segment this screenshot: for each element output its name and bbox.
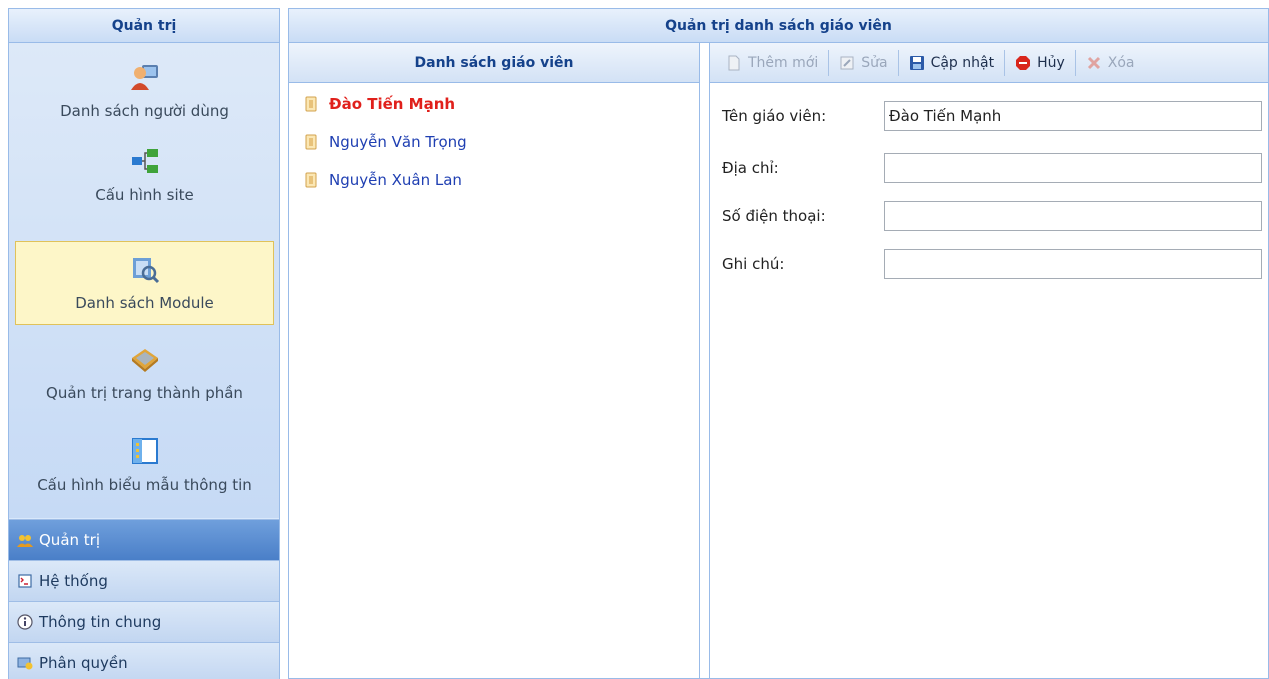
add-new-button[interactable]: Thêm mới [718,48,826,78]
permission-icon [17,655,33,671]
accordion-item-label: Thông tin chung [39,613,162,631]
address-field[interactable] [884,153,1262,183]
info-icon [17,614,33,630]
sidebar-item-label: Cấu hình biểu mẫu thông tin [37,476,252,494]
teacher-name-row: Tên giáo viên: [722,101,1262,131]
note-label: Ghi chú: [722,255,785,273]
sidebar-panel: Quản trị Danh sách người dùng Cấu hình s… [8,8,280,679]
form-toolbar: Thêm mới Sửa Cập nhật Hủy Xóa [710,43,1268,83]
sidebar-accordion: Quản trị Hệ thống Thông tin chung Phân q… [9,519,279,679]
cancel-label: Hủy [1037,54,1065,71]
note-row: Ghi chú: [722,249,1262,279]
accordion-item-label: Phân quyền [39,654,128,672]
sidebar-item-users[interactable]: Danh sách người dùng [15,49,274,133]
leaf-icon [305,96,317,112]
note-field[interactable] [884,249,1262,279]
toolbar-separator [828,49,830,76]
sidebar-item-label: Cấu hình site [95,186,194,204]
new-document-icon [726,55,742,71]
delete-icon [1086,55,1102,71]
form-template-icon [130,436,160,466]
phone-field[interactable] [884,201,1262,231]
module-icon [130,254,160,284]
save-icon [909,55,925,71]
teacher-name: Đào Tiến Mạnh [329,95,456,113]
sidebar-title: Quản trị [9,9,279,43]
sidebar-item-label: Danh sách Module [75,294,214,312]
phone-label: Số điện thoại: [722,207,826,225]
system-icon [17,573,33,589]
add-new-label: Thêm mới [748,54,819,71]
teacher-list-panel: Danh sách giáo viên Đào Tiến Mạnh Nguyễn… [289,43,700,679]
address-row: Địa chỉ: [722,153,1262,183]
leaf-icon [305,134,317,150]
page-component-icon [130,344,160,374]
delete-label: Xóa [1107,54,1135,71]
users-icon [130,62,160,92]
accordion-item-permissions[interactable]: Phân quyền [9,642,279,679]
sidebar-item-page-components[interactable]: Quản trị trang thành phần [15,331,274,415]
teacher-list-item[interactable]: Nguyễn Xuân Lan [289,161,699,199]
sidebar-item-site-config[interactable]: Cấu hình site [15,133,274,217]
teacher-list-item[interactable]: Nguyễn Văn Trọng [289,123,699,161]
sidebar-item-form-template[interactable]: Cấu hình biểu mẫu thông tin [15,423,274,507]
toolbar-separator [1004,49,1006,76]
accordion-item-system[interactable]: Hệ thống [9,560,279,601]
teacher-list-header: Danh sách giáo viên [289,43,699,83]
leaf-icon [305,172,317,188]
sidebar-body: Danh sách người dùng Cấu hình site Danh … [9,43,279,518]
delete-button[interactable]: Xóa [1078,48,1143,78]
toolbar-separator [897,49,899,76]
stop-icon [1015,55,1031,71]
address-label: Địa chỉ: [722,159,779,177]
teacher-form-panel: Thêm mới Sửa Cập nhật Hủy Xóa Tên giáo v… [709,43,1268,679]
accordion-item-general-info[interactable]: Thông tin chung [9,601,279,642]
teacher-name-label: Tên giáo viên: [722,107,827,125]
page-title: Quản trị danh sách giáo viên [289,9,1268,43]
teacher-name-field[interactable] [884,101,1262,131]
accordion-item-label: Quản trị [39,531,100,549]
update-button[interactable]: Cập nhật [901,48,1003,78]
update-label: Cập nhật [930,54,995,71]
toolbar-separator [1074,49,1076,76]
teacher-name: Nguyễn Văn Trọng [329,133,467,151]
sidebar-item-label: Quản trị trang thành phần [46,384,243,402]
accordion-item-admin[interactable]: Quản trị [9,519,279,560]
edit-label: Sửa [861,54,888,71]
phone-row: Số điện thoại: [722,201,1262,231]
edit-button[interactable]: Sửa [831,48,895,78]
teacher-name: Nguyễn Xuân Lan [329,171,462,189]
accordion-item-label: Hệ thống [39,572,108,590]
cancel-button[interactable]: Hủy [1007,48,1073,78]
teacher-tree: Đào Tiến Mạnh Nguyễn Văn Trọng Nguyễn Xu… [289,83,699,199]
sidebar-item-label: Danh sách người dùng [60,102,229,120]
admin-icon [17,532,33,548]
teacher-list-item[interactable]: Đào Tiến Mạnh [289,85,699,123]
sidebar-item-module-list[interactable]: Danh sách Module [15,241,274,325]
sitemap-icon [130,146,160,176]
main-panel: Quản trị danh sách giáo viên Danh sách g… [288,8,1269,679]
edit-icon [839,55,855,71]
